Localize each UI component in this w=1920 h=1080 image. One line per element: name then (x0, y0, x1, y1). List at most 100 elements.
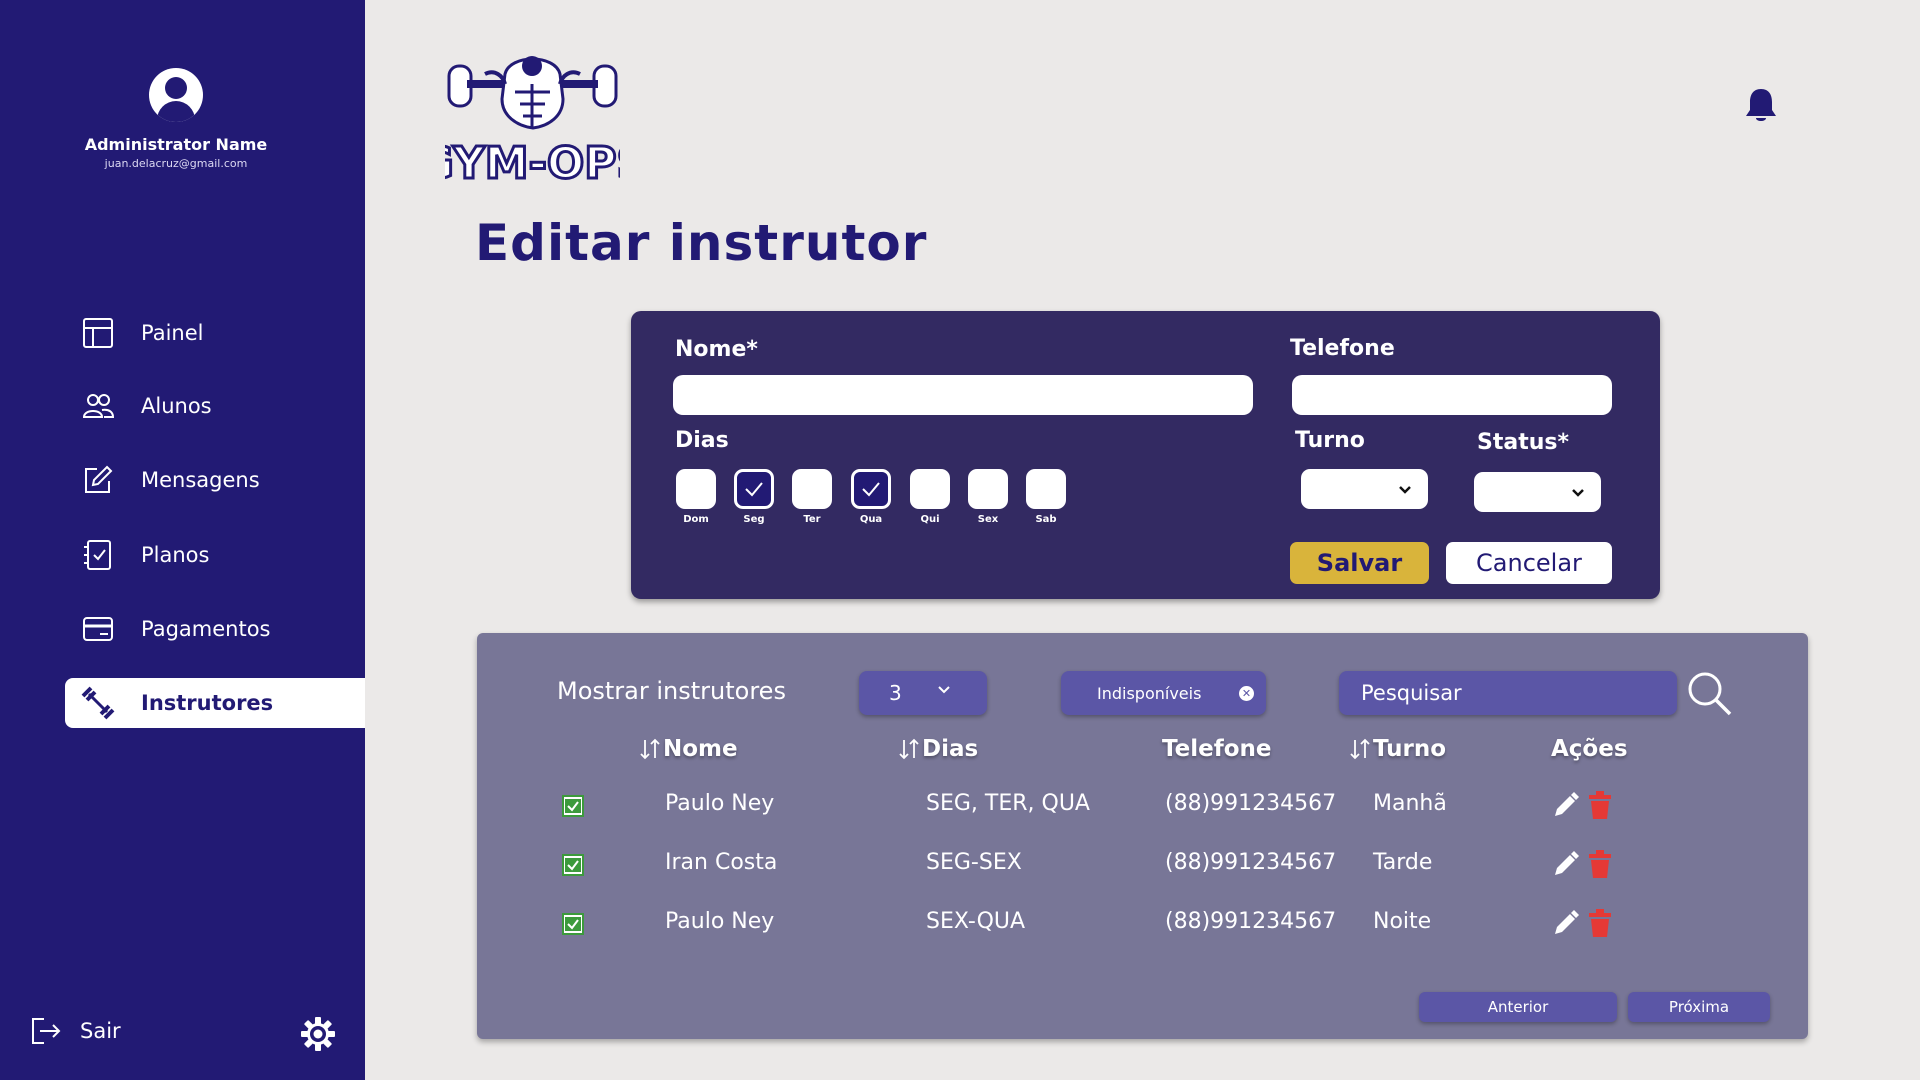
instructors-table-panel: Mostrar instrutores 3 Indisponíveis ✕ Pe… (477, 633, 1808, 1039)
day-checkbox-sex[interactable] (968, 469, 1008, 509)
shift-label: Turno (1295, 428, 1365, 453)
cancel-button[interactable]: Cancelar (1446, 542, 1612, 584)
sidebar-item-label: Pagamentos (141, 617, 271, 641)
admin-name: Administrator Name (84, 135, 268, 154)
check-icon (862, 482, 880, 497)
check-icon (745, 482, 763, 497)
day-checkbox-dom[interactable] (676, 469, 716, 509)
sidebar-item-label: Planos (141, 543, 210, 567)
cell-turno: Manhã (1373, 791, 1447, 816)
chevron-down-icon (1399, 485, 1411, 494)
sidebar-item-label: Instrutores (141, 691, 274, 715)
sidebar-item-label: Painel (141, 321, 204, 345)
checklist-icon (81, 538, 115, 572)
sidebar-item-pagamentos[interactable]: Pagamentos (65, 604, 365, 654)
filter-chip-unavailable[interactable]: Indisponíveis ✕ (1061, 671, 1266, 715)
sidebar-item-label: Mensagens (141, 468, 260, 492)
show-instructors-label: Mostrar instrutores (557, 677, 786, 705)
sidebar-item-label: Alunos (141, 394, 212, 418)
day-label: Dom (683, 514, 709, 525)
cell-dias: SEG-SEX (926, 850, 1022, 875)
sidebar-item-mensagens[interactable]: Mensagens (65, 455, 365, 505)
day-checkbox-sab[interactable] (1026, 469, 1066, 509)
sidebar-item-planos[interactable]: Planos (65, 530, 365, 580)
delete-icon[interactable] (1586, 790, 1614, 820)
cell-nome: Paulo Ney (665, 791, 775, 816)
logout-button[interactable]: Sair (30, 1016, 121, 1046)
page-title: Editar instrutor (475, 214, 928, 272)
cell-telefone: (88)991234567 (1165, 850, 1337, 875)
sort-icon (899, 738, 919, 760)
delete-icon[interactable] (1586, 908, 1614, 938)
status-label: Status* (1477, 430, 1569, 455)
day-label: Qua (859, 514, 883, 525)
rows-per-page-select[interactable]: 3 (859, 671, 987, 715)
day-checkbox-qui[interactable] (910, 469, 950, 509)
avatar-icon[interactable] (149, 68, 203, 122)
row-checkbox[interactable] (562, 854, 584, 876)
dumbbell-icon (81, 686, 115, 720)
check-icon (565, 799, 581, 813)
users-icon (81, 389, 115, 423)
cell-telefone: (88)991234567 (1165, 791, 1337, 816)
chevron-down-icon (938, 686, 950, 694)
sidebar-item-instrutores[interactable]: Instrutores (65, 678, 365, 728)
edit-icon[interactable] (1551, 849, 1579, 879)
edit-icon[interactable] (1551, 790, 1579, 820)
column-header-turno[interactable]: Turno (1349, 736, 1446, 762)
cell-nome: Paulo Ney (665, 909, 775, 934)
edit-instructor-form: Nome* Telefone Dias Dom Seg Ter Qua Qui … (631, 311, 1660, 599)
row-checkbox[interactable] (562, 913, 584, 935)
column-header-label: Dias (922, 736, 979, 762)
column-header-label: Ações (1551, 736, 1628, 762)
column-header-label: Nome (663, 736, 738, 762)
day-label: Seg (743, 514, 765, 525)
table-row: Paulo Ney SEG, TER, QUA (88)991234567 Ma… (477, 785, 1808, 825)
logout-label: Sair (80, 1019, 121, 1043)
search-input[interactable]: Pesquisar (1339, 671, 1677, 715)
column-header-label: Telefone (1162, 736, 1272, 762)
rows-per-page-value: 3 (889, 681, 902, 705)
column-header-label: Turno (1373, 736, 1447, 762)
cell-telefone: (88)991234567 (1165, 909, 1337, 934)
column-header-telefone: Telefone (1162, 736, 1272, 762)
close-icon[interactable]: ✕ (1239, 686, 1254, 701)
check-icon (565, 917, 581, 931)
day-label: Qui (920, 514, 940, 525)
day-checkbox-ter[interactable] (792, 469, 832, 509)
shift-select[interactable] (1301, 469, 1428, 509)
phone-input[interactable] (1292, 375, 1612, 415)
day-checkbox-seg[interactable] (734, 469, 774, 509)
status-select[interactable] (1474, 472, 1601, 512)
search-icon[interactable] (1687, 671, 1733, 717)
check-icon (565, 858, 581, 872)
filter-chip-label: Indisponíveis (1097, 683, 1202, 703)
logo-text: GYM-OPS (445, 138, 620, 184)
next-page-button[interactable]: Próxima (1628, 992, 1770, 1022)
cell-nome: Iran Costa (665, 850, 778, 875)
bell-icon[interactable] (1744, 86, 1778, 124)
card-icon (81, 612, 115, 646)
save-button[interactable]: Salvar (1290, 542, 1429, 584)
row-checkbox[interactable] (562, 795, 584, 817)
layout-icon (81, 316, 115, 350)
day-label: Ter (803, 514, 821, 525)
previous-page-button[interactable]: Anterior (1419, 992, 1617, 1022)
cell-turno: Noite (1373, 909, 1432, 934)
name-label: Nome* (675, 337, 758, 362)
search-placeholder: Pesquisar (1361, 681, 1462, 705)
edit-icon[interactable] (1551, 908, 1579, 938)
phone-label: Telefone (1290, 336, 1395, 361)
admin-email: juan.delacruz@gmail.com (104, 157, 248, 170)
gear-icon[interactable] (300, 1016, 336, 1052)
column-header-nome[interactable]: Nome (639, 736, 738, 762)
name-input[interactable] (673, 375, 1253, 415)
sidebar-item-painel[interactable]: Painel (65, 308, 365, 358)
sidebar-item-alunos[interactable]: Alunos (65, 381, 365, 431)
column-header-dias[interactable]: Dias (898, 736, 978, 762)
cell-turno: Tarde (1373, 850, 1433, 875)
cell-dias: SEX-QUA (926, 909, 1026, 934)
delete-icon[interactable] (1586, 849, 1614, 879)
sort-icon (1350, 738, 1370, 760)
day-checkbox-qua[interactable] (851, 469, 891, 509)
